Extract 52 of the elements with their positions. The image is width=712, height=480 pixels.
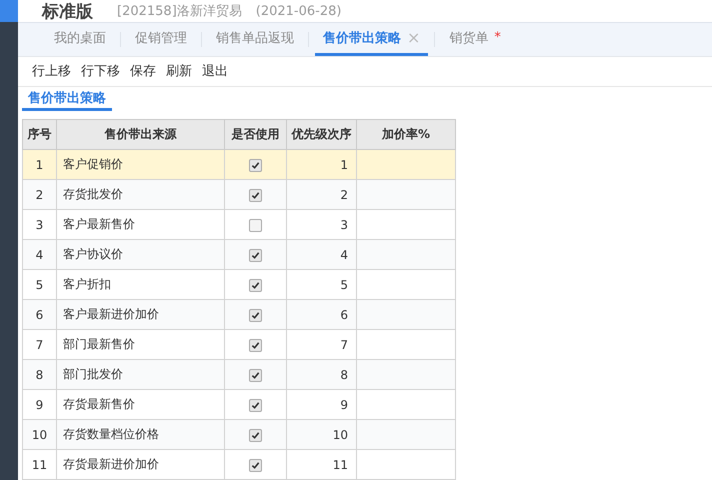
checkbox[interactable]	[249, 188, 262, 202]
section-tab[interactable]: 售价带出策略	[22, 87, 112, 111]
column-header: 是否使用	[224, 120, 286, 150]
company-name: [202158]洛新洋贸易	[117, 3, 242, 20]
table-cell: 10	[286, 420, 356, 450]
account-date: (2021-06-28)	[256, 4, 342, 18]
table-cell: 1	[22, 150, 56, 180]
table-cell: 客户促销价	[56, 150, 224, 180]
table-cell: 8	[286, 360, 356, 390]
table-cell: 11	[286, 450, 356, 480]
product-name: 标准版	[42, 0, 93, 22]
table-cell: 存货最新进价加价	[56, 450, 224, 480]
table-cell: 2	[22, 180, 56, 210]
table-cell: 4	[22, 240, 56, 270]
checkbox[interactable]	[249, 368, 262, 382]
toolbar-button[interactable]: 退出	[198, 60, 232, 82]
tab[interactable]: 销售单品返现	[208, 23, 302, 56]
checkbox[interactable]	[249, 398, 262, 412]
toolbar-button[interactable]: 行下移	[77, 60, 124, 82]
checkbox[interactable]	[249, 338, 262, 352]
table-cell: 6	[286, 300, 356, 330]
tab[interactable]: 促销管理	[127, 23, 195, 56]
table-cell: 1	[286, 150, 356, 180]
table-cell: 客户最新进价加价	[56, 300, 224, 330]
table-cell: 存货数量档位价格	[56, 420, 224, 450]
table-cell: 8	[22, 360, 56, 390]
tab[interactable]: 销货单 *	[441, 23, 509, 56]
table-cell: 11	[22, 450, 56, 480]
table-cell: 6	[22, 300, 56, 330]
table-cell: 存货批发价	[56, 180, 224, 210]
column-header: 序号	[22, 120, 56, 150]
checkbox[interactable]	[249, 308, 262, 322]
tab[interactable]: 我的桌面	[46, 23, 114, 56]
table-cell: 10	[22, 420, 56, 450]
checkbox[interactable]	[249, 428, 262, 442]
checkbox[interactable]	[249, 158, 262, 172]
checkbox[interactable]	[249, 248, 262, 262]
table-cell: 4	[286, 240, 356, 270]
column-header: 加价率%	[356, 120, 456, 150]
column-header: 售价带出来源	[56, 120, 224, 150]
checkbox[interactable]	[249, 458, 262, 472]
tab[interactable]: 售价带出策略 ×	[315, 23, 428, 56]
toolbar-button[interactable]: 行上移	[28, 60, 75, 82]
checkbox[interactable]	[249, 278, 262, 292]
toolbar-button[interactable]: 保存	[126, 60, 160, 82]
toolbar-button[interactable]: 刷新	[162, 60, 196, 82]
column-header: 优先级次序	[286, 120, 356, 150]
table-cell: 2	[286, 180, 356, 210]
checkbox[interactable]	[249, 218, 262, 232]
table-cell: 客户协议价	[56, 240, 224, 270]
modified-mark: *	[494, 30, 501, 46]
table-cell: 部门批发价	[56, 360, 224, 390]
